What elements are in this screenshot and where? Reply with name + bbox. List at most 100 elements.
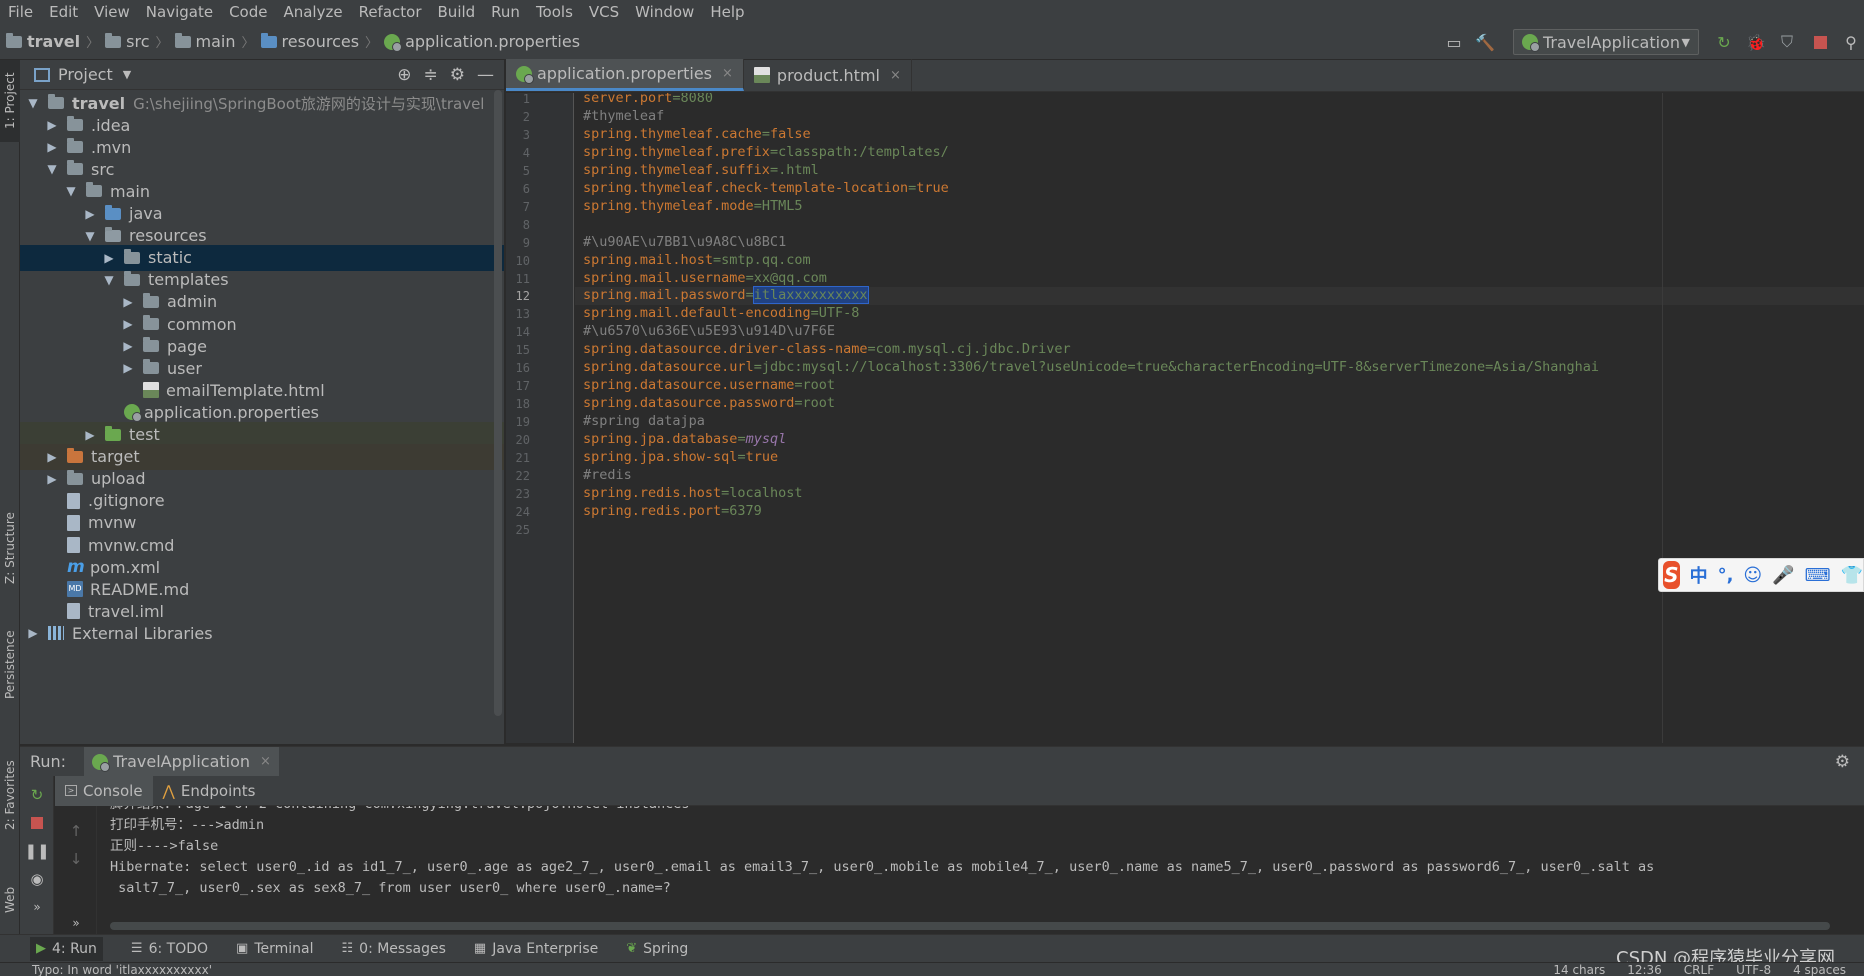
- editor-tab[interactable]: product.html ×: [744, 59, 912, 91]
- hide-panel-icon[interactable]: —: [477, 65, 494, 85]
- collapsed-arrow-icon[interactable]: ▶: [45, 118, 59, 132]
- project-scrollbar[interactable]: [494, 90, 502, 716]
- expanded-arrow-icon[interactable]: ▼: [26, 96, 40, 110]
- code-line[interactable]: spring.mail.host=smtp.qq.com: [575, 252, 1864, 270]
- run-tab-travelapplication[interactable]: TravelApplication ×: [84, 746, 279, 777]
- tree-node[interactable]: ▶ External Libraries: [20, 620, 504, 646]
- breadcrumb-item[interactable]: main 〉: [169, 32, 255, 51]
- tab-terminal[interactable]: ▣ Terminal: [236, 941, 313, 957]
- ime-skin-icon[interactable]: 👕: [1841, 565, 1863, 586]
- ime-keyboard-icon[interactable]: ⌨: [1805, 565, 1831, 586]
- collapsed-arrow-icon[interactable]: ▶: [121, 317, 135, 331]
- close-icon[interactable]: ×: [890, 68, 901, 83]
- camera-icon[interactable]: ◉: [28, 870, 46, 888]
- menu-item-edit[interactable]: Edit: [41, 0, 86, 24]
- project-view-select[interactable]: Project ▼: [34, 65, 131, 84]
- ime-toolbar[interactable]: S 中 °, ☺ 🎤 ⌨ 👕: [1658, 558, 1864, 592]
- status-indent[interactable]: 4 spaces: [1793, 963, 1846, 976]
- status-caret-position[interactable]: 12:36: [1627, 963, 1662, 976]
- status-line-separator[interactable]: CRLF: [1684, 963, 1714, 976]
- code-line[interactable]: spring.jpa.database=mysql: [575, 431, 1864, 449]
- code-line[interactable]: spring.datasource.username=root: [575, 377, 1864, 395]
- code-line[interactable]: spring.datasource.url=jdbc:mysql://local…: [575, 359, 1864, 377]
- code-line[interactable]: spring.redis.host=localhost: [575, 485, 1864, 503]
- collapsed-arrow-icon[interactable]: ▶: [121, 361, 135, 375]
- code-line[interactable]: spring.datasource.driver-class-name=com.…: [575, 341, 1864, 359]
- expanded-arrow-icon[interactable]: ▼: [64, 184, 78, 198]
- rerun-icon[interactable]: ↻: [28, 786, 46, 804]
- code-line[interactable]: #spring datajpa: [575, 413, 1864, 431]
- stop-icon[interactable]: [1809, 31, 1831, 53]
- breadcrumb-item[interactable]: src 〉: [99, 32, 169, 51]
- ime-microphone-icon[interactable]: 🎤: [1772, 565, 1794, 586]
- persistence-tool-tab[interactable]: Persistence: [0, 620, 20, 710]
- ime-emoji-icon[interactable]: ☺: [1743, 565, 1762, 586]
- ime-language-toggle[interactable]: 中: [1690, 562, 1708, 588]
- code-line[interactable]: spring.thymeleaf.mode=HTML5: [575, 198, 1864, 216]
- tab-java-enterprise[interactable]: ▦ Java Enterprise: [474, 941, 598, 957]
- close-icon[interactable]: ×: [722, 66, 733, 81]
- code-line[interactable]: spring.redis.port=6379: [575, 503, 1864, 521]
- collapsed-arrow-icon[interactable]: ▶: [102, 251, 116, 265]
- code-line[interactable]: #thymeleaf: [575, 108, 1864, 126]
- code-line[interactable]: #redis: [575, 467, 1864, 485]
- console-horizontal-scrollbar[interactable]: [110, 922, 1830, 930]
- console-output[interactable]: 脚弊结果：Page 1 of 2 containing com.xingying…: [98, 806, 1864, 926]
- status-encoding[interactable]: UTF-8: [1736, 963, 1771, 976]
- code-line[interactable]: #\u6570\u636E\u5E93\u914D\u7F6E: [575, 323, 1864, 341]
- locate-icon[interactable]: ⊕: [397, 65, 411, 85]
- tab-run[interactable]: ▶ 4: Run: [30, 936, 103, 961]
- breadcrumb-item[interactable]: travel 〉: [0, 32, 99, 51]
- expanded-arrow-icon[interactable]: ▼: [45, 162, 59, 176]
- run-configuration-select[interactable]: TravelApplication ▼: [1513, 29, 1699, 55]
- code-line[interactable]: spring.mail.username=xx@qq.com: [575, 270, 1864, 288]
- more-icon[interactable]: »: [67, 914, 85, 932]
- build-hammer-icon[interactable]: 🔨: [1474, 31, 1496, 53]
- tab-console[interactable]: > Console: [55, 775, 153, 806]
- run-config-icon[interactable]: ▭: [1443, 31, 1465, 53]
- ime-punctuation-toggle[interactable]: °,: [1718, 565, 1734, 586]
- collapse-all-icon[interactable]: ≑: [424, 65, 438, 85]
- collapsed-arrow-icon[interactable]: ▶: [45, 140, 59, 154]
- close-icon[interactable]: ×: [260, 754, 271, 769]
- menu-item-run[interactable]: Run: [483, 0, 528, 24]
- expanded-arrow-icon[interactable]: ▼: [102, 273, 116, 287]
- structure-tool-tab[interactable]: Z: Structure: [0, 500, 20, 596]
- code-line[interactable]: server.port=8080: [575, 93, 1864, 108]
- rerun-icon[interactable]: ↻: [1713, 31, 1735, 53]
- collapsed-arrow-icon[interactable]: ▶: [45, 472, 59, 486]
- expanded-arrow-icon[interactable]: ▼: [83, 229, 97, 243]
- collapsed-arrow-icon[interactable]: ▶: [83, 207, 97, 221]
- code-line[interactable]: spring.thymeleaf.cache=false: [575, 126, 1864, 144]
- code-line[interactable]: spring.datasource.password=root: [575, 395, 1864, 413]
- project-tool-tab[interactable]: 1: Project: [0, 60, 20, 142]
- debug-icon[interactable]: 🐞: [1745, 31, 1767, 53]
- code-editor[interactable]: server.port=8080 #thymeleaf spring.thymele…: [575, 93, 1864, 743]
- collapsed-arrow-icon[interactable]: ▶: [121, 339, 135, 353]
- menu-item-build[interactable]: Build: [430, 0, 484, 24]
- stop-icon[interactable]: [28, 814, 46, 832]
- breadcrumb-item[interactable]: resources 〉: [255, 32, 378, 51]
- tab-endpoints[interactable]: ⋀ Endpoints: [153, 776, 266, 806]
- code-line[interactable]: spring.thymeleaf.suffix=.html: [575, 162, 1864, 180]
- tab-spring[interactable]: ❦ Spring: [626, 941, 688, 957]
- code-line[interactable]: spring.jpa.show-sql=true: [575, 449, 1864, 467]
- gear-icon[interactable]: ⚙: [450, 65, 465, 85]
- code-line[interactable]: #\u90AE\u7BB1\u9A8C\u8BC1: [575, 234, 1864, 252]
- gear-icon[interactable]: ⚙: [1835, 752, 1850, 772]
- code-line[interactable]: [575, 216, 1864, 234]
- editor-tab[interactable]: application.properties ×: [506, 59, 744, 91]
- code-line[interactable]: spring.mail.default-encoding=UTF-8: [575, 305, 1864, 323]
- collapsed-arrow-icon[interactable]: ▶: [121, 295, 135, 309]
- menu-item-refactor[interactable]: Refactor: [351, 0, 430, 24]
- collapsed-arrow-icon[interactable]: ▶: [45, 450, 59, 464]
- web-tool-tab[interactable]: Web: [0, 870, 20, 930]
- code-line[interactable]: [575, 521, 1864, 539]
- menu-item-view[interactable]: View: [86, 0, 138, 24]
- collapsed-arrow-icon[interactable]: ▶: [83, 428, 97, 442]
- more-icon[interactable]: »: [28, 898, 46, 916]
- collapsed-arrow-icon[interactable]: ▶: [26, 626, 40, 640]
- menu-item-vcs[interactable]: VCS: [581, 0, 627, 24]
- tab-messages[interactable]: ☷ 0: Messages: [342, 941, 446, 957]
- scroll-down-icon[interactable]: ↓: [67, 850, 85, 868]
